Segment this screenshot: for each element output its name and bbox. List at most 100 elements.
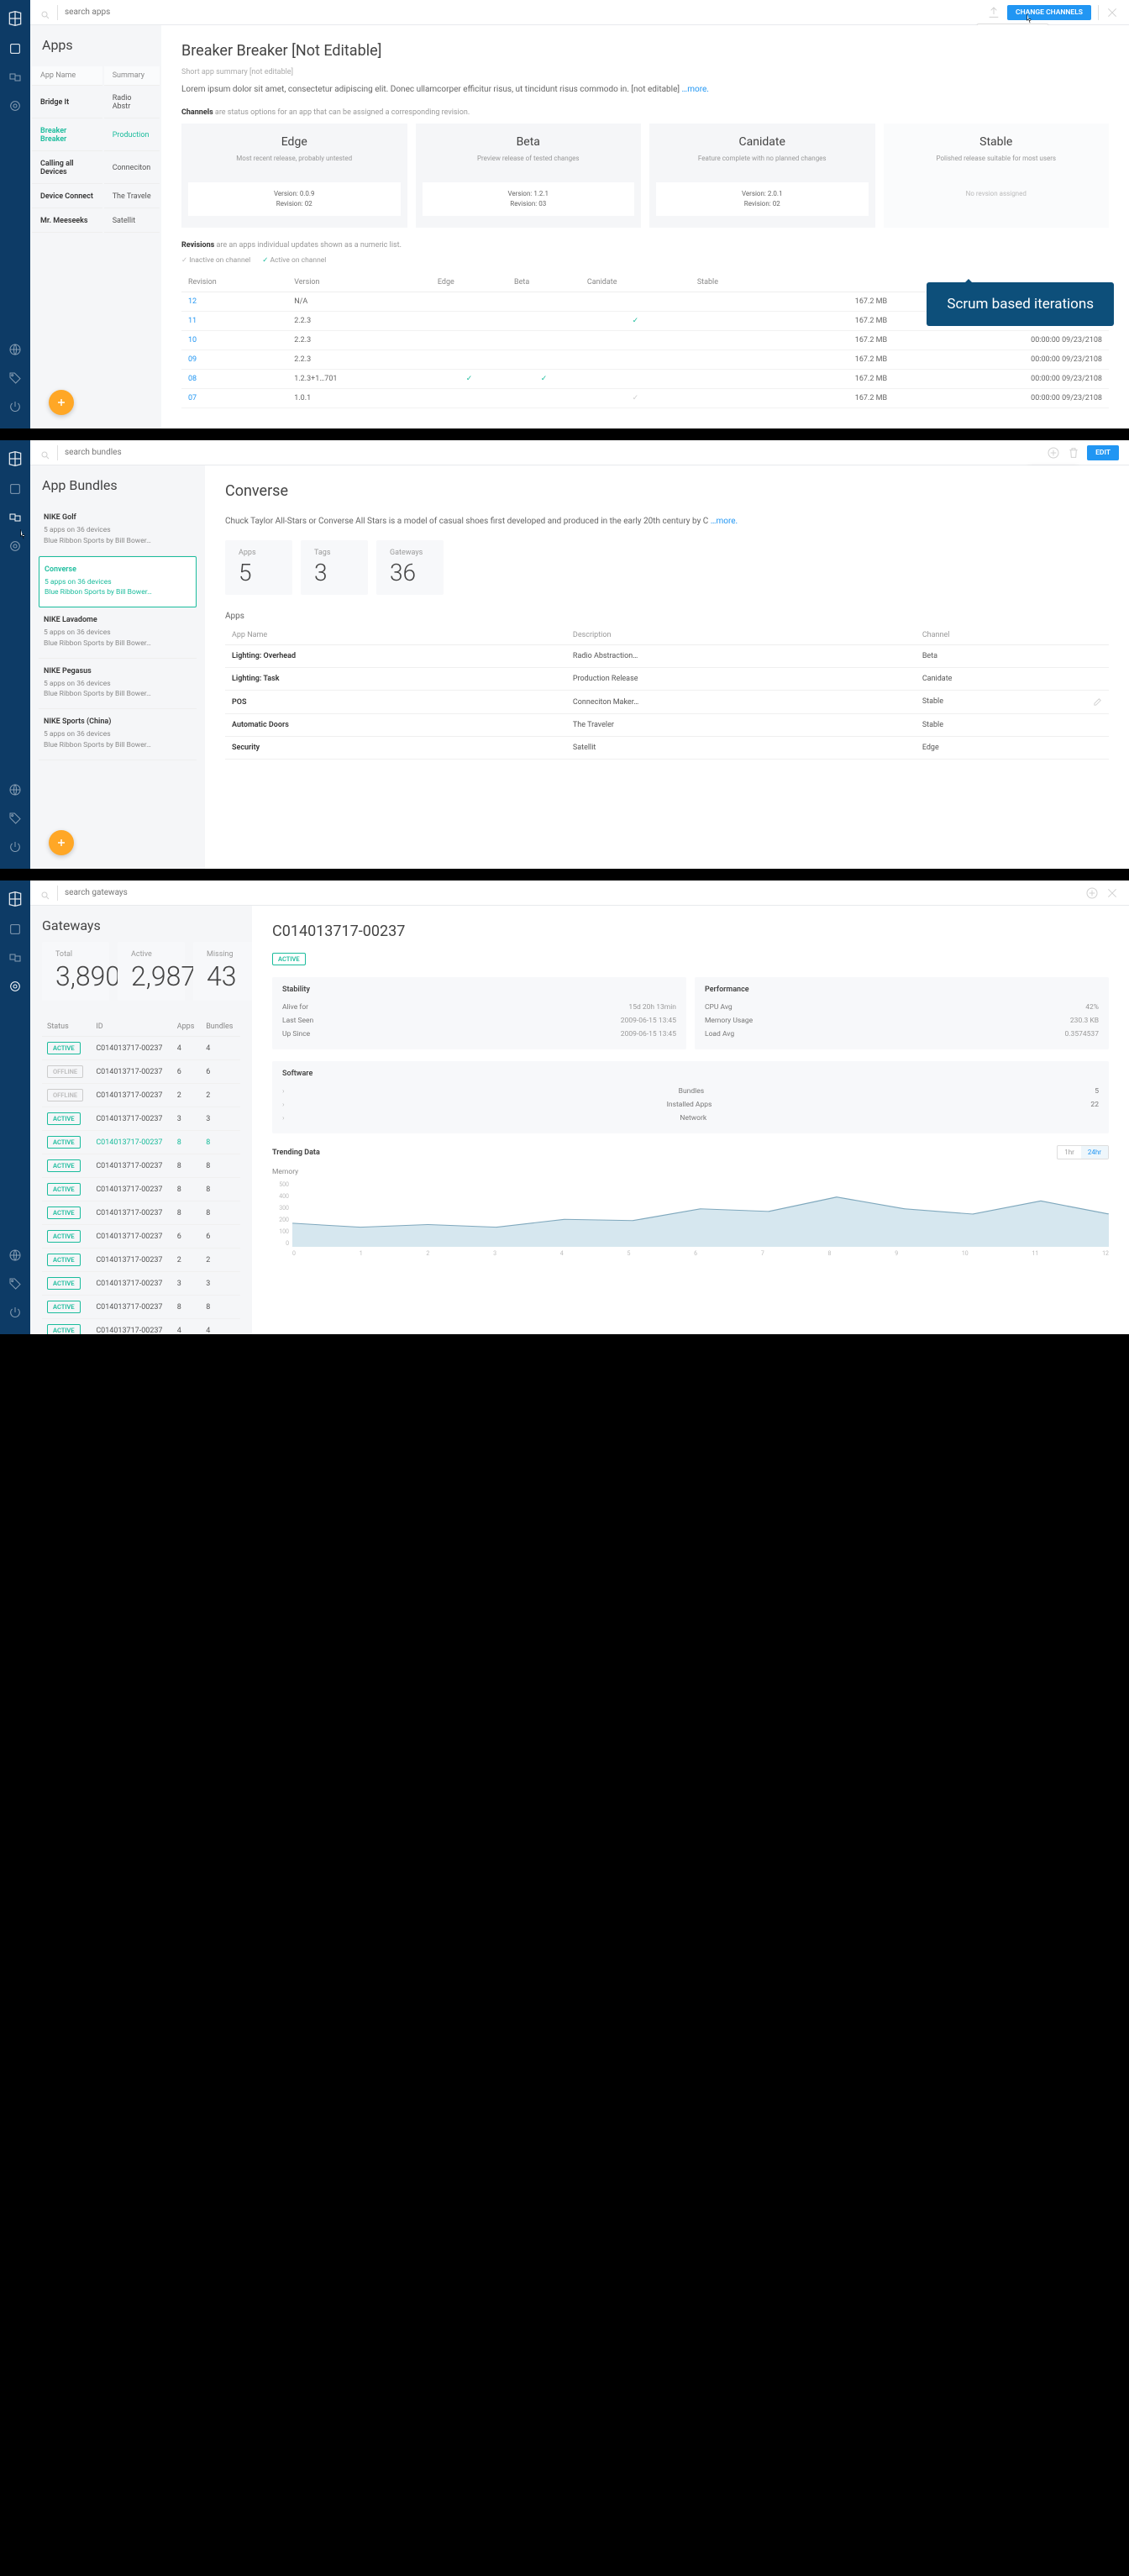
nav-apps-icon[interactable] (8, 42, 22, 55)
column-header: Channel (916, 626, 1109, 645)
sidebar (0, 440, 30, 869)
nav-apps-icon[interactable] (8, 482, 22, 496)
nav-gateways-icon[interactable] (8, 99, 22, 113)
bundle-item[interactable]: NIKE Pegasus5 apps on 36 devicesBlue Rib… (39, 659, 197, 710)
bundles-panel: App Bundles NIKE Golf5 apps on 36 device… (30, 465, 205, 869)
bundle-description: Chuck Taylor All-Stars or Converse All S… (225, 515, 1109, 528)
gateway-row[interactable]: ACTIVEC014013717-0023788 (42, 1131, 240, 1154)
delete-icon[interactable] (1067, 446, 1080, 460)
app-row[interactable]: POSConneciton Maker…Stable (225, 691, 1109, 714)
add-fab[interactable] (49, 830, 74, 855)
nav-tag-icon[interactable] (8, 371, 22, 385)
software-row[interactable]: Installed Apps22 (282, 1098, 1099, 1112)
software-heading: Software (282, 1070, 1099, 1078)
close-icon[interactable] (1105, 6, 1119, 19)
bundle-item[interactable]: Converse5 apps on 36 devicesBlue Ribbon … (39, 556, 197, 608)
gateway-row[interactable]: ACTIVEC014013717-0023733 (42, 1272, 240, 1296)
nav-power-icon[interactable] (8, 400, 22, 413)
app-row[interactable]: Bridge ItRadio Abstr (32, 87, 160, 118)
column-header: App Name (225, 626, 566, 645)
nav-gateways-icon[interactable] (8, 980, 22, 993)
panel-title: App Bundles (30, 477, 205, 505)
gateway-row[interactable]: ACTIVEC014013717-0023744 (42, 1319, 240, 1335)
app-row[interactable]: Lighting: TaskProduction ReleaseCanidate (225, 668, 1109, 691)
nav-power-icon[interactable] (8, 840, 22, 854)
edit-icon[interactable] (1093, 697, 1102, 707)
bundle-item[interactable]: NIKE Lavadome5 apps on 36 devicesBlue Ri… (39, 607, 197, 659)
software-panel: Software Bundles5Installed Apps22Network (272, 1061, 1109, 1133)
stat-card: Apps5 (225, 540, 292, 595)
bundle-item[interactable]: NIKE Sports (China)5 apps on 36 devicesB… (39, 709, 197, 760)
app-row[interactable]: SecuritySatellitEdge (225, 737, 1109, 760)
gateway-title: C014013717-00237 (272, 923, 1109, 940)
gateway-row[interactable]: ACTIVEC014013717-0023744 (42, 1037, 240, 1060)
gateway-row[interactable]: OFFLINEC014013717-0023722 (42, 1084, 240, 1107)
nav-bundles-icon[interactable] (8, 71, 22, 84)
gateway-row[interactable]: ACTIVEC014013717-0023788 (42, 1178, 240, 1201)
app-row[interactable]: Calling all DevicesConneciton (32, 153, 160, 184)
revision-row[interactable]: 092.2.3167.2 MB00:00:00 09/23/2108 (181, 350, 1109, 370)
channel-card[interactable]: EdgeMost recent release, probably untest… (181, 124, 407, 228)
stability-panel: Stability Alive for15d 20h 13minLast See… (272, 977, 686, 1049)
nav-bundles-icon[interactable] (8, 511, 22, 524)
software-row[interactable]: Network (282, 1112, 1099, 1125)
info-row: Up Since2009-06-15 13:45 (282, 1028, 676, 1041)
gateway-row[interactable]: ACTIVEC014013717-0023766 (42, 1225, 240, 1249)
toggle-1hr[interactable]: 1hr (1058, 1146, 1081, 1159)
gateway-detail: C014013717-00237 ACTIVE Stability Alive … (252, 906, 1129, 1334)
bundle-stats: Apps5Tags3Gateways36 (225, 540, 1109, 595)
channel-card[interactable]: BetaPreview release of tested changesVer… (416, 124, 642, 228)
nav-globe-icon[interactable] (8, 1249, 22, 1262)
app-row[interactable]: Device ConnectThe Travele (32, 186, 160, 208)
channel-card[interactable]: CanidateFeature complete with no planned… (649, 124, 875, 228)
add-icon[interactable] (1085, 886, 1099, 900)
bundle-item[interactable]: NIKE Golf5 apps on 36 devicesBlue Ribbon… (39, 505, 197, 556)
nav-bundles-icon[interactable] (8, 951, 22, 965)
app-row[interactable]: Lighting: OverheadRadio Abstraction…Beta (225, 645, 1109, 668)
time-toggle[interactable]: 1hr 24hr (1057, 1145, 1109, 1159)
upload-icon[interactable] (987, 6, 1000, 19)
search-input[interactable] (65, 888, 1079, 897)
gateway-row[interactable]: ACTIVEC014013717-0023722 (42, 1249, 240, 1272)
revision-row[interactable]: 102.2.3167.2 MB00:00:00 09/23/2108 (181, 331, 1109, 350)
more-link[interactable]: …more. (682, 85, 709, 94)
more-link[interactable]: …more. (711, 517, 738, 526)
revision-row[interactable]: 081.2.3+1…701✓✓167.2 MB00:00:00 09/23/21… (181, 370, 1109, 389)
search-input[interactable] (65, 448, 1040, 457)
logo-icon (7, 891, 24, 907)
nav-tag-icon[interactable] (8, 812, 22, 825)
nav-apps-icon[interactable] (8, 923, 22, 936)
search-icon (40, 888, 50, 898)
gateway-row[interactable]: OFFLINEC014013717-0023766 (42, 1060, 240, 1084)
nav-power-icon[interactable] (8, 1306, 22, 1319)
gateway-row[interactable]: ACTIVEC014013717-0023788 (42, 1296, 240, 1319)
channel-card[interactable]: StablePolished release suitable for most… (884, 124, 1110, 228)
column-header: Stable (691, 273, 779, 292)
app-row[interactable]: Breaker BreakerProduction (32, 120, 160, 151)
gateway-row[interactable]: ACTIVEC014013717-0023788 (42, 1154, 240, 1178)
search-icon (40, 448, 50, 458)
gateway-row[interactable]: ACTIVEC014013717-0023733 (42, 1107, 240, 1131)
add-icon[interactable] (1047, 446, 1060, 460)
search-input[interactable] (65, 8, 980, 17)
nav-tag-icon[interactable] (8, 1277, 22, 1291)
column-header: ID (91, 1017, 171, 1037)
toggle-24hr[interactable]: 24hr (1081, 1146, 1108, 1159)
nav-gateways-icon[interactable] (8, 539, 22, 553)
close-icon[interactable] (1105, 886, 1119, 900)
app-row[interactable]: Mr. MeeseeksSatellit (32, 210, 160, 233)
add-fab[interactable] (49, 390, 74, 415)
info-row: Memory Usage230.3 KB (705, 1014, 1099, 1028)
gateway-row[interactable]: ACTIVEC014013717-0023788 (42, 1201, 240, 1225)
edit-button[interactable]: EDIT (1087, 445, 1119, 460)
column-header: Description (566, 626, 916, 645)
software-row[interactable]: Bundles5 (282, 1085, 1099, 1098)
revision-row[interactable]: 071.0.1✓167.2 MB00:00:00 09/23/2108 (181, 389, 1109, 408)
nav-globe-icon[interactable] (8, 783, 22, 796)
app-row[interactable]: Automatic DoorsThe TravelerStable (225, 714, 1109, 737)
channels-row: EdgeMost recent release, probably untest… (181, 124, 1109, 228)
change-channels-button[interactable]: CHANGE CHANNELS (1007, 5, 1091, 20)
divider (57, 5, 58, 20)
column-header: Beta (507, 273, 580, 292)
nav-globe-icon[interactable] (8, 343, 22, 356)
